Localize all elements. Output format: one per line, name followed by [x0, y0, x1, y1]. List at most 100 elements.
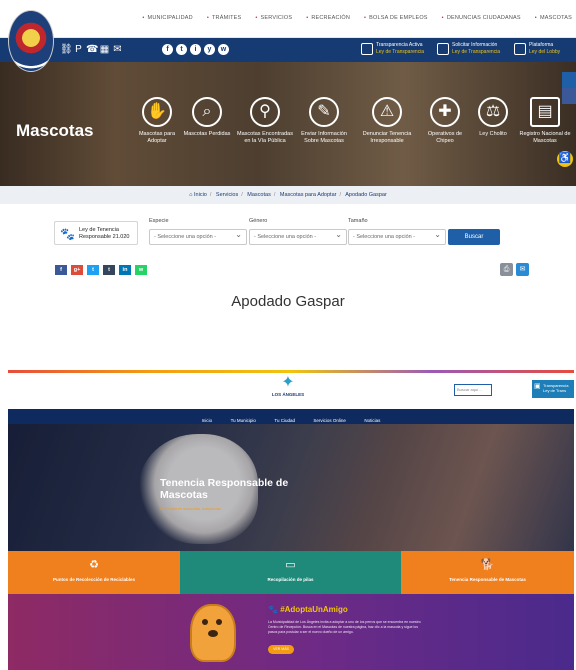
share-linkedin-button[interactable]: in	[119, 265, 131, 275]
second-site-transparency-link[interactable]: Transparencia Ley de Trans	[532, 380, 574, 398]
second-site-search-input[interactable]: Buscar aquí...	[454, 384, 492, 396]
nav2-inicio[interactable]: Inicio	[202, 418, 213, 423]
parking-icon[interactable]: P	[73, 44, 84, 55]
category-label: Ley Cholito	[479, 131, 507, 137]
card-reciclables[interactable]: ♻ Puntos de Recolección de Reciclables	[8, 551, 180, 594]
category-label: Denunciar Tenencia Irresponsable	[362, 131, 412, 144]
card-label: Tenencia Responsable de Mascotas	[449, 577, 526, 582]
request-info-icon	[437, 43, 449, 55]
municipality-crest-logo[interactable]	[8, 10, 54, 72]
twitter-icon[interactable]: t	[176, 44, 187, 55]
category-adoptar[interactable]: ✋ Mascotas para Adoptar	[131, 97, 183, 144]
category-label: Registro Nacional de Mascotas	[519, 131, 571, 144]
share-twitter-button[interactable]: t	[87, 265, 99, 275]
plataforma-lobby-link[interactable]: Plataforma Ley del Lobby	[529, 42, 560, 55]
especie-label: Especie	[149, 218, 169, 224]
category-label: Mascotas Perdidas	[183, 131, 231, 137]
share-tumblr-button[interactable]: t	[103, 265, 115, 275]
category-enviar-info[interactable]: ✎ Enviar Información Sobre Mascotas	[298, 97, 350, 144]
nav2-tu-ciudad[interactable]: Tu Ciudad	[274, 418, 295, 423]
solicitar-line2: Ley de Transparencia	[452, 48, 501, 55]
plataforma-line1: Plataforma	[529, 42, 554, 48]
paw-icon: 🐾	[268, 605, 281, 614]
transparencia-activa-link[interactable]: Transparencia Activa Ley de Transparenci…	[376, 42, 424, 55]
category-label: Mascotas Encontradas en la Vía Pública	[237, 131, 293, 144]
transparencia-line1: Transparencia Activa	[376, 42, 423, 48]
category-chipeo[interactable]: ✚ Operativos de Chipeo	[419, 97, 471, 144]
category-perdidas[interactable]: ⌕ Mascotas Perdidas	[181, 97, 233, 138]
side-tab-facebook[interactable]	[562, 88, 576, 104]
category-denunciar[interactable]: ⚠ Denunciar Tenencia Irresponsable	[361, 97, 413, 144]
card-pilas[interactable]: ▭ Recopilación de pilas	[180, 551, 401, 594]
nav-link-denuncias[interactable]: DENUNCIAS CIUDADANAS	[442, 15, 521, 21]
solicitar-informacion-link[interactable]: Solicitar Información Ley de Transparenc…	[452, 42, 500, 55]
breadcrumb-mascotas[interactable]: Mascotas	[247, 192, 271, 198]
mail-icon[interactable]: ✉	[112, 44, 123, 55]
syringe-icon: ✚	[430, 97, 460, 127]
side-tab-transparency[interactable]	[562, 72, 576, 88]
breadcrumb-current: Apodado Gaspar	[345, 192, 387, 198]
breadcrumb-adoptar[interactable]: Mascotas para Adoptar	[280, 192, 337, 198]
card-label: Puntos de Recolección de Reciclables	[52, 577, 136, 582]
category-encontradas[interactable]: ⚲ Mascotas Encontradas en la Vía Pública	[235, 97, 295, 144]
card-tenencia[interactable]: 🐕 Tenencia Responsable de Mascotas	[401, 551, 574, 594]
facebook-icon[interactable]: f	[162, 44, 173, 55]
search-button[interactable]: Buscar	[448, 229, 500, 245]
phone-icon[interactable]: ☎	[86, 44, 98, 55]
plataforma-line2: Ley del Lobby	[529, 48, 561, 55]
mascotas-hero: Mascotas ✋ Mascotas para Adoptar ⌕ Masco…	[0, 62, 576, 186]
promo-ver-mas-button[interactable]: VER MÁS	[268, 645, 294, 654]
promo-hashtag-text: #AdoptaUnAmigo	[280, 605, 348, 614]
tamano-select[interactable]: - Seleccione una opción -	[348, 228, 446, 245]
nav2-servicios-online[interactable]: Servicios Online	[313, 418, 346, 423]
law-badge-line1: Ley de Tenencia	[79, 227, 119, 233]
top-navigation: MUNICIPALIDAD TRÁMITES SERVICIOS RECREAC…	[0, 0, 576, 38]
walking-pet-icon: ⚲	[250, 97, 280, 127]
nav-link-municipalidad[interactable]: MUNICIPALIDAD	[142, 15, 193, 21]
share-google-plus-button[interactable]: g+	[71, 265, 83, 275]
hero2-title: Tenencia Responsable de Mascotas	[160, 477, 289, 501]
calendar-icon[interactable]: ▦	[99, 44, 110, 55]
nav2-noticias[interactable]: Noticias	[364, 418, 380, 423]
promo-hashtag: 🐾 #AdoptaUnAmigo	[268, 605, 348, 614]
recycle-icon: ♻	[89, 559, 99, 571]
nav-link-tramites[interactable]: TRÁMITES	[207, 15, 242, 21]
nav-link-servicios[interactable]: SERVICIOS	[255, 15, 292, 21]
category-registro[interactable]: ▤ Registro Nacional de Mascotas	[519, 97, 571, 144]
nav-link-bolsa-empleos[interactable]: BOLSA DE EMPLEOS	[364, 15, 428, 21]
nav-link-mascotas[interactable]: MASCOTAS	[535, 15, 572, 21]
breadcrumb-servicios[interactable]: Servicios	[216, 192, 238, 198]
breadcrumb-inicio[interactable]: Inicio	[194, 192, 207, 198]
especie-select[interactable]: - Seleccione una opción -	[149, 228, 247, 245]
print-icon[interactable]: ⎙	[500, 263, 513, 276]
search-pet-icon: ⌕	[192, 97, 222, 127]
whatsapp-icon[interactable]: w	[218, 44, 229, 55]
category-label: Mascotas para Adoptar	[138, 131, 176, 144]
los-angeles-logo[interactable]: ✦ LOS ÁNGELES	[270, 374, 306, 404]
instagram-icon[interactable]: i	[190, 44, 201, 55]
share-facebook-button[interactable]: f	[55, 265, 67, 275]
nav2-tu-municipio[interactable]: Tu Municipio	[231, 418, 256, 423]
registry-icon: ▤	[530, 97, 560, 127]
share-whatsapp-button[interactable]: w	[135, 265, 147, 275]
nav-link-recreacion[interactable]: RECREACIÓN	[306, 15, 350, 21]
dog-mascot-illustration	[190, 604, 236, 662]
law-scale-icon: ⚖	[478, 97, 508, 127]
hero2-subtitle: Las mejores mascotas, adoptadas	[160, 506, 221, 511]
category-ley-cholito[interactable]: ⚖ Ley Cholito	[467, 97, 519, 138]
link-icon[interactable]: ⛓	[60, 44, 73, 55]
paw-icon: 🐾	[60, 227, 75, 241]
breadcrumb: ⌂ Inicio / Servicios / Mascotas / Mascotas …	[0, 186, 576, 204]
tamano-label: Tamaño	[348, 218, 368, 224]
genero-label: Género	[249, 218, 268, 224]
category-label: Operativos de Chipeo	[427, 131, 463, 144]
law-badge[interactable]: 🐾 Ley de Tenencia Responsable 21.020	[54, 221, 138, 245]
genero-select[interactable]: - Seleccione una opción -	[249, 228, 347, 245]
youtube-icon[interactable]: y	[204, 44, 215, 55]
top-nav-links: MUNICIPALIDAD TRÁMITES SERVICIOS RECREAC…	[142, 15, 572, 21]
battery-icon: ▭	[285, 559, 296, 571]
accessibility-icon[interactable]: ♿	[557, 151, 573, 167]
email-icon[interactable]: ✉	[516, 263, 529, 276]
transparency-icon	[361, 43, 373, 55]
send-info-icon: ✎	[309, 97, 339, 127]
